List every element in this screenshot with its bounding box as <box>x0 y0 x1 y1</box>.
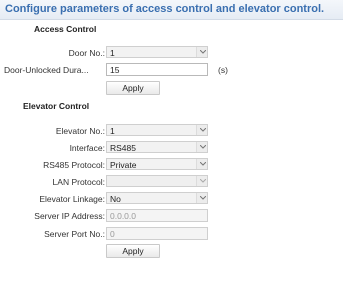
rs485-protocol-row: RS485 Protocol: Private <box>0 158 343 172</box>
elevator-no-label: Elevator No.: <box>55 126 105 136</box>
page-header: Configure parameters of access control a… <box>0 0 343 20</box>
elevator-linkage-row: Elevator Linkage: No <box>0 192 343 206</box>
elevator-no-value: 1 <box>110 126 115 136</box>
door-no-row: Door No.: 1 <box>0 46 343 60</box>
rs485-protocol-label: RS485 Protocol: <box>43 160 105 170</box>
elevator-no-row: Elevator No.: 1 <box>0 124 343 138</box>
door-no-select[interactable]: 1 <box>106 46 208 58</box>
door-unlocked-duration-unit: (s) <box>218 65 228 75</box>
elevator-linkage-label: Elevator Linkage: <box>39 194 105 204</box>
server-port-value: 0 <box>110 229 115 239</box>
elevator-no-select[interactable]: 1 <box>106 124 208 136</box>
interface-row: Interface: RS485 <box>0 141 343 155</box>
door-unlocked-duration-label: Door-Unlocked Dura... <box>4 65 89 75</box>
door-unlocked-duration-value: 15 <box>110 65 120 75</box>
door-no-label: Door No.: <box>68 48 105 58</box>
server-ip-input[interactable]: 0.0.0.0 <box>106 209 208 222</box>
lan-protocol-label: LAN Protocol: <box>52 177 105 187</box>
interface-select[interactable]: RS485 <box>106 141 208 153</box>
door-no-value: 1 <box>110 48 115 58</box>
access-control-section-title: Access Control <box>34 24 97 34</box>
lan-protocol-row: LAN Protocol: <box>0 175 343 189</box>
interface-label: Interface: <box>69 143 105 153</box>
server-ip-label: Server IP Address: <box>34 211 105 221</box>
elevator-control-apply-button[interactable]: Apply <box>106 244 160 258</box>
door-unlocked-duration-row: Door-Unlocked Dura... 15 (s) <box>0 63 343 77</box>
chevron-down-icon <box>196 159 207 169</box>
page-title: Configure parameters of access control a… <box>5 3 325 15</box>
door-unlocked-duration-input[interactable]: 15 <box>106 63 208 76</box>
elevator-linkage-value: No <box>110 194 121 204</box>
interface-value: RS485 <box>110 143 136 153</box>
chevron-down-icon <box>196 47 207 57</box>
rs485-protocol-value: Private <box>110 160 137 170</box>
chevron-down-icon <box>196 125 207 135</box>
server-ip-value: 0.0.0.0 <box>110 211 136 221</box>
server-ip-row: Server IP Address: 0.0.0.0 <box>0 209 343 223</box>
server-port-label: Server Port No.: <box>44 229 105 239</box>
server-port-row: Server Port No.: 0 <box>0 227 343 241</box>
server-port-input[interactable]: 0 <box>106 227 208 240</box>
elevator-control-section-title: Elevator Control <box>23 101 90 111</box>
chevron-down-icon <box>196 193 207 203</box>
access-control-apply-button[interactable]: Apply <box>106 81 160 95</box>
lan-protocol-select[interactable] <box>106 175 208 187</box>
rs485-protocol-select[interactable]: Private <box>106 158 208 170</box>
chevron-down-icon <box>196 142 207 152</box>
elevator-linkage-select[interactable]: No <box>106 192 208 204</box>
chevron-down-icon <box>196 176 207 186</box>
